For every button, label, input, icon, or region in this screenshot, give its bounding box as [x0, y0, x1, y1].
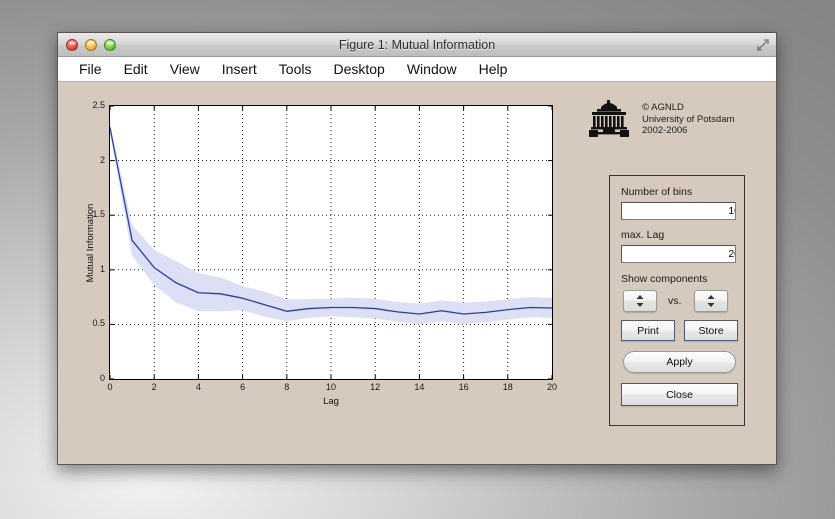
- vs-label: vs.: [668, 295, 681, 307]
- logo-copyright-line: © AGNLD: [642, 102, 734, 114]
- plot-svg: [110, 106, 552, 379]
- close-panel-button[interactable]: Close: [621, 383, 738, 406]
- store-button[interactable]: Store: [684, 320, 738, 341]
- apply-button[interactable]: Apply: [623, 351, 736, 373]
- x-tick-label: 20: [547, 382, 557, 392]
- x-tick-label: 12: [370, 382, 380, 392]
- title-bar: Figure 1: Mutual Information: [58, 33, 776, 57]
- agnld-logo-block: © AGNLD University of Potsdam 2002-2006: [583, 98, 734, 138]
- number-of-bins-input[interactable]: 10: [621, 202, 736, 220]
- y-tick-label: 2.5: [77, 100, 105, 110]
- menu-item-help[interactable]: Help: [468, 57, 519, 82]
- resize-icon[interactable]: [756, 38, 770, 52]
- window-title: Figure 1: Mutual Information: [58, 33, 776, 57]
- menu-item-insert[interactable]: Insert: [211, 57, 268, 82]
- menu-item-edit[interactable]: Edit: [113, 57, 159, 82]
- x-tick-label: 0: [107, 382, 112, 392]
- y-tick-label: 0: [77, 373, 105, 383]
- number-of-bins-label: Number of bins: [621, 186, 692, 198]
- number-of-bins-value: 10: [728, 205, 736, 217]
- x-tick-label: 4: [196, 382, 201, 392]
- component-y-stepper[interactable]: [694, 290, 728, 312]
- stepper-arrows-icon: [636, 294, 645, 308]
- mutual-information-chart: 00.511.522.5 02468101214161820 Mutual In…: [109, 105, 553, 380]
- stepper-arrows-icon: [707, 294, 716, 308]
- x-tick-label: 14: [414, 382, 424, 392]
- menu-bar: File Edit View Insert Tools Desktop Wind…: [58, 57, 776, 82]
- x-tick-label: 2: [152, 382, 157, 392]
- max-lag-input[interactable]: 20: [621, 245, 736, 263]
- y-tick-label: 2: [77, 155, 105, 165]
- plot-axes: [109, 105, 553, 380]
- x-axis-label: Lag: [323, 396, 339, 407]
- figure-canvas: 00.511.522.5 02468101214161820 Mutual In…: [58, 82, 776, 464]
- y-axis-label: Mutual Information: [85, 203, 96, 282]
- gridlines: [110, 106, 552, 379]
- max-lag-value: 20: [728, 248, 736, 260]
- logo-years-line: 2002-2006: [642, 125, 734, 137]
- figure-window: Figure 1: Mutual Information File Edit V…: [57, 32, 777, 465]
- component-x-stepper[interactable]: [623, 290, 657, 312]
- control-panel: Number of bins 10 max. Lag 20 Show compo…: [609, 175, 745, 426]
- x-tick-label: 18: [503, 382, 513, 392]
- logo-university-line: University of Potsdam: [642, 114, 734, 126]
- print-button[interactable]: Print: [621, 320, 675, 341]
- menu-item-window[interactable]: Window: [396, 57, 468, 82]
- x-tick-label: 16: [459, 382, 469, 392]
- x-tick-label: 10: [326, 382, 336, 392]
- y-tick-label: 0.5: [77, 318, 105, 328]
- max-lag-label: max. Lag: [621, 229, 664, 241]
- x-tick-label: 8: [284, 382, 289, 392]
- menu-item-tools[interactable]: Tools: [268, 57, 323, 82]
- x-tick-label: 6: [240, 382, 245, 392]
- show-components-label: Show components: [621, 273, 707, 285]
- university-building-icon: [583, 98, 635, 138]
- menu-item-file[interactable]: File: [68, 57, 113, 82]
- logo-text-block: © AGNLD University of Potsdam 2002-2006: [642, 98, 734, 137]
- menu-item-view[interactable]: View: [159, 57, 211, 82]
- menu-item-desktop[interactable]: Desktop: [322, 57, 395, 82]
